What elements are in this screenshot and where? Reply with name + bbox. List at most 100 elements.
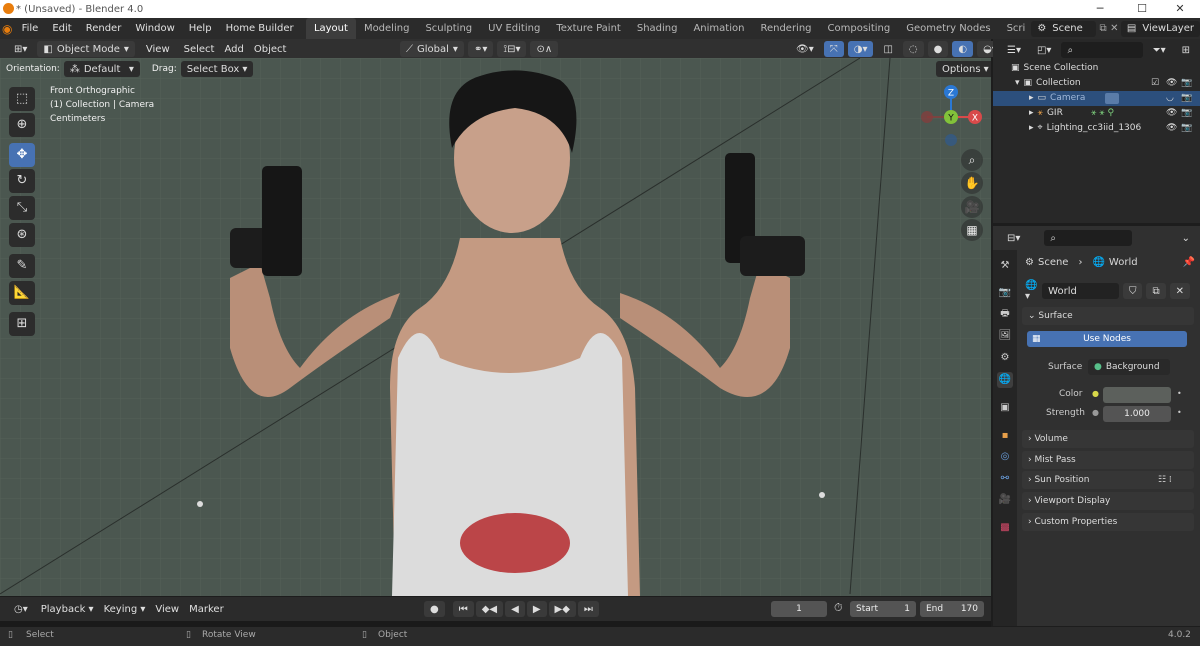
annotate-tool[interactable]: ✎: [9, 254, 35, 278]
start-frame-field[interactable]: Start 1: [850, 601, 916, 617]
camera-icon[interactable]: 📷: [1181, 91, 1192, 106]
mist-pass-section-header[interactable]: › Mist Pass: [1022, 451, 1194, 469]
outliner-search-input[interactable]: ⌕: [1061, 42, 1143, 58]
maximize-button[interactable]: ☐: [1122, 0, 1162, 18]
tab-uv-editing[interactable]: UV Editing: [480, 18, 548, 39]
new-scene-icon[interactable]: ⧉: [1096, 23, 1109, 34]
menu-render[interactable]: Render: [79, 18, 129, 39]
jump-start-icon[interactable]: ⏮: [452, 601, 474, 617]
collection-tab-icon[interactable]: ▣: [997, 400, 1013, 416]
menu-view[interactable]: View: [139, 39, 177, 60]
overlay-toggle-icon[interactable]: ◑▾: [847, 41, 874, 57]
camera-view-icon[interactable]: 🎥: [961, 196, 983, 218]
cursor-tool[interactable]: ⊕: [9, 113, 35, 137]
properties-search-input[interactable]: ⌕: [1044, 230, 1133, 246]
physics-tab-icon[interactable]: ◎: [997, 449, 1013, 465]
transform-orientation-dropdown[interactable]: ⟋ Global ▾: [400, 41, 464, 57]
new-collection-icon[interactable]: ⊞: [1176, 42, 1196, 58]
add-cube-tool[interactable]: ⊞: [9, 312, 35, 336]
shading-solid-icon[interactable]: ●: [927, 41, 949, 57]
close-button[interactable]: ✕: [1160, 0, 1200, 18]
menu-keying[interactable]: Keying ▾: [101, 599, 149, 620]
filter-icon[interactable]: ⏷▾: [1147, 42, 1172, 58]
pan-hand-icon[interactable]: ✋: [961, 172, 983, 194]
custom-properties-section-header[interactable]: › Custom Properties: [1022, 513, 1194, 531]
keyframe-dot-icon[interactable]: •: [1177, 389, 1182, 398]
strength-field[interactable]: 1.000: [1103, 406, 1171, 422]
tab-shading[interactable]: Shading: [629, 18, 686, 39]
constraints-tab-icon[interactable]: ⚯: [997, 471, 1013, 487]
editor-type-icon[interactable]: ⊞▾: [8, 41, 33, 57]
tab-rendering[interactable]: Rendering: [752, 18, 819, 39]
tab-scripting[interactable]: Scri: [999, 18, 1028, 39]
gizmo-toggle-icon[interactable]: ⤧: [823, 41, 844, 57]
mode-dropdown[interactable]: ◧ Object Mode ▾: [37, 41, 135, 57]
outliner-item-lighting[interactable]: ▸ ⌖ Lighting_cc3iid_1306 👁 📷: [993, 121, 1200, 136]
viewport-display-section-header[interactable]: › Viewport Display: [1022, 492, 1194, 510]
snap-icon[interactable]: ⟟⊟▾: [497, 41, 527, 57]
tab-texture-paint[interactable]: Texture Paint: [548, 18, 629, 39]
surface-shader-field[interactable]: ● Background: [1088, 359, 1170, 375]
camera-icon[interactable]: 📷: [1181, 106, 1192, 121]
scene-tab-icon[interactable]: ⚙: [997, 350, 1013, 366]
options-dropdown[interactable]: Options ▾: [936, 61, 991, 77]
remove-scene-icon[interactable]: ✕: [1110, 23, 1119, 34]
rotate-tool[interactable]: ↻: [9, 169, 35, 193]
clock-icon[interactable]: ⏱: [834, 601, 843, 615]
scene-collection-row[interactable]: ▣ Scene Collection: [993, 61, 1200, 76]
orientation-dropdown[interactable]: ⁂ Default ▾: [63, 61, 140, 77]
menu-marker[interactable]: Marker: [186, 599, 227, 620]
shading-material-icon[interactable]: ◐: [952, 41, 974, 57]
display-mode-icon[interactable]: ◰▾: [1031, 42, 1057, 58]
proportional-edit-icon[interactable]: ⊙∧: [530, 41, 559, 57]
surface-section-header[interactable]: ⌄ Surface: [1022, 307, 1194, 325]
blender-menu-icon[interactable]: ◉: [0, 22, 15, 36]
navigation-gizmo[interactable]: Z Y X: [915, 80, 987, 152]
outliner-editor-icon[interactable]: ☰▾: [1001, 42, 1027, 58]
world-tab-icon[interactable]: 🌐: [997, 372, 1013, 388]
outliner-item-camera[interactable]: ▸ ▭ Camera ◡ 📷: [993, 91, 1200, 106]
tool-tab-icon[interactable]: ⚒: [997, 258, 1013, 274]
texture-tab-icon[interactable]: ▩: [997, 520, 1013, 536]
shading-wireframe-icon[interactable]: ◌: [902, 41, 924, 57]
volume-section-header[interactable]: › Volume: [1022, 430, 1194, 448]
keyframe-dot-icon[interactable]: •: [1177, 408, 1182, 417]
scene-selector[interactable]: ⚙ Scene: [1031, 20, 1097, 37]
menu-window[interactable]: Window: [128, 18, 181, 39]
move-tool[interactable]: ✥: [9, 143, 35, 167]
menu-add[interactable]: Add: [221, 39, 246, 60]
3d-viewport[interactable]: Orientation: ⁂ Default ▾ Drag: Select Box ▾…: [0, 58, 991, 596]
camera-icon[interactable]: 📷: [1181, 121, 1192, 136]
object-data-tab-icon[interactable]: 🎥: [997, 492, 1013, 508]
tab-compositing[interactable]: Compositing: [820, 18, 899, 39]
eye-icon[interactable]: 👁: [1166, 76, 1177, 91]
pin-icon[interactable]: 📌: [1183, 257, 1195, 268]
drag-dropdown[interactable]: Select Box ▾: [180, 61, 254, 77]
minimize-button[interactable]: ─: [1080, 0, 1120, 18]
tab-layout[interactable]: Layout: [305, 18, 356, 39]
view-layer-selector[interactable]: ▤ ViewLayer: [1120, 20, 1200, 37]
chevron-down-icon[interactable]: ⌄: [1176, 230, 1196, 246]
menu-edit[interactable]: Edit: [45, 18, 78, 39]
prev-keyframe-icon[interactable]: ◆◀: [475, 601, 504, 617]
timeline-editor-icon[interactable]: ◷▾: [8, 601, 34, 617]
xray-icon[interactable]: ◫: [877, 41, 898, 57]
select-box-tool[interactable]: ⬚: [9, 87, 35, 111]
properties-editor-icon[interactable]: ⊟▾: [1001, 230, 1026, 246]
menu-timeline-view[interactable]: View: [152, 599, 182, 620]
measure-tool[interactable]: 📐: [9, 281, 35, 305]
render-tab-icon[interactable]: 📷: [997, 285, 1013, 301]
duplicate-icon[interactable]: ⧉: [1146, 283, 1166, 299]
tab-modeling[interactable]: Modeling: [356, 18, 418, 39]
eye-icon[interactable]: 👁: [1166, 121, 1177, 136]
view-layer-tab-icon[interactable]: 🖼: [997, 328, 1013, 344]
jump-end-icon[interactable]: ⏭: [577, 601, 599, 617]
record-icon[interactable]: ●: [424, 601, 445, 617]
tab-geometry-nodes[interactable]: Geometry Nodes: [898, 18, 998, 39]
menu-help[interactable]: Help: [182, 18, 219, 39]
world-icon[interactable]: 🌐▾: [1025, 280, 1038, 302]
end-frame-field[interactable]: End 170: [920, 601, 984, 617]
play-reverse-icon[interactable]: ◀: [505, 601, 525, 617]
menu-select[interactable]: Select: [181, 39, 218, 60]
world-color-swatch[interactable]: [1103, 387, 1171, 403]
